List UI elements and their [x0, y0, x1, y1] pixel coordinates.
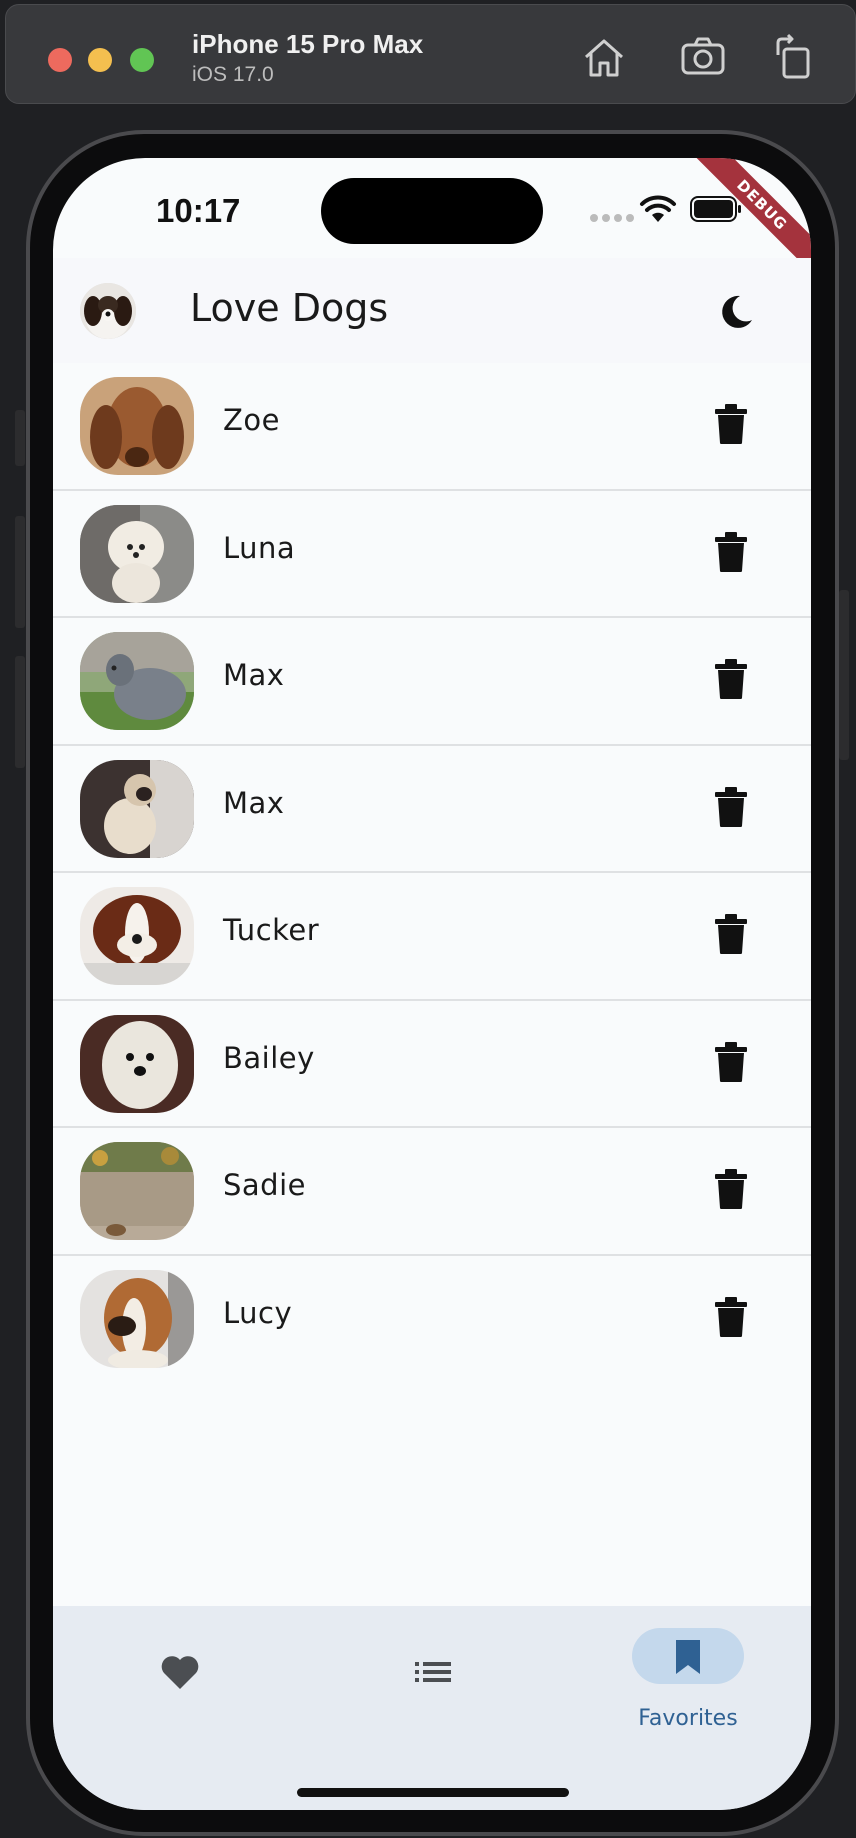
volume-up-button — [15, 516, 25, 628]
dog-photo — [80, 1142, 194, 1240]
app-bar: Love Dogs — [53, 258, 811, 363]
list-item[interactable]: Bailey — [53, 1000, 811, 1128]
rotate-icon[interactable] — [770, 33, 818, 81]
status-time: 10:17 — [156, 192, 241, 229]
power-button — [839, 590, 849, 760]
dog-name: Sadie — [223, 1168, 306, 1202]
list-item[interactable]: Lucy — [53, 1255, 811, 1383]
dog-list: Zoe Luna Max Max Tucker Bailey Sadie Luc… — [53, 363, 811, 1383]
close-window-button[interactable] — [48, 48, 72, 72]
dog-name: Max — [223, 785, 285, 820]
trash-icon[interactable] — [713, 403, 749, 445]
dog-photo — [80, 1014, 194, 1113]
trash-icon[interactable] — [713, 1296, 749, 1338]
action-button — [15, 410, 25, 466]
simulator-toolbar: iPhone 15 Pro Max iOS 17.0 — [5, 4, 856, 104]
trash-icon[interactable] — [713, 913, 749, 955]
dog-photo — [80, 1269, 194, 1368]
list-item[interactable]: Zoe — [53, 363, 811, 491]
home-indicator[interactable] — [297, 1788, 569, 1797]
battery-icon — [690, 196, 741, 222]
dog-photo — [80, 632, 194, 730]
trash-icon[interactable] — [713, 786, 749, 828]
zoom-window-button[interactable] — [130, 48, 154, 72]
trash-icon[interactable] — [713, 1041, 749, 1083]
dog-name: Bailey — [223, 1040, 315, 1075]
list-item[interactable]: Max — [53, 618, 811, 746]
bottom-navigation: Favorites — [53, 1606, 811, 1810]
list-icon — [415, 1662, 451, 1682]
cellular-signal-icon — [590, 214, 634, 222]
minimize-window-button[interactable] — [88, 48, 112, 72]
dog-name: Zoe — [223, 403, 280, 437]
volume-down-button — [15, 656, 25, 768]
nav-label-favorites[interactable]: Favorites — [613, 1706, 763, 1731]
wifi-icon — [640, 195, 676, 222]
nav-item-list[interactable] — [305, 1606, 557, 1736]
heart-icon — [161, 1656, 199, 1689]
dog-photo — [80, 504, 194, 603]
list-item[interactable]: Max — [53, 745, 811, 873]
trash-icon[interactable] — [713, 1168, 749, 1210]
screenshot-icon[interactable] — [679, 33, 727, 81]
os-version: iOS 17.0 — [192, 63, 274, 86]
dog-name: Luna — [223, 530, 296, 565]
dynamic-island — [321, 178, 543, 244]
nav-item-like[interactable] — [53, 1606, 305, 1736]
moon-icon[interactable] — [714, 290, 758, 334]
dog-name: Tucker — [223, 913, 320, 947]
dog-photo — [80, 759, 194, 858]
trash-icon[interactable] — [713, 658, 749, 700]
phone-screen: 10:17 DEBUG Love Dogs Zoe Luna Max Max T… — [53, 158, 811, 1810]
trash-icon[interactable] — [713, 531, 749, 573]
dog-name: Max — [223, 658, 285, 692]
avatar[interactable] — [80, 283, 136, 339]
dog-photo — [80, 887, 194, 985]
list-item[interactable]: Sadie — [53, 1128, 811, 1256]
dog-name: Lucy — [223, 1295, 293, 1330]
home-icon[interactable] — [580, 33, 628, 81]
page-title: Love Dogs — [190, 286, 389, 330]
dog-photo — [80, 377, 194, 475]
bookmark-icon[interactable] — [666, 1634, 710, 1678]
list-item[interactable]: Luna — [53, 490, 811, 618]
list-item[interactable]: Tucker — [53, 873, 811, 1001]
device-name: iPhone 15 Pro Max — [192, 29, 424, 59]
